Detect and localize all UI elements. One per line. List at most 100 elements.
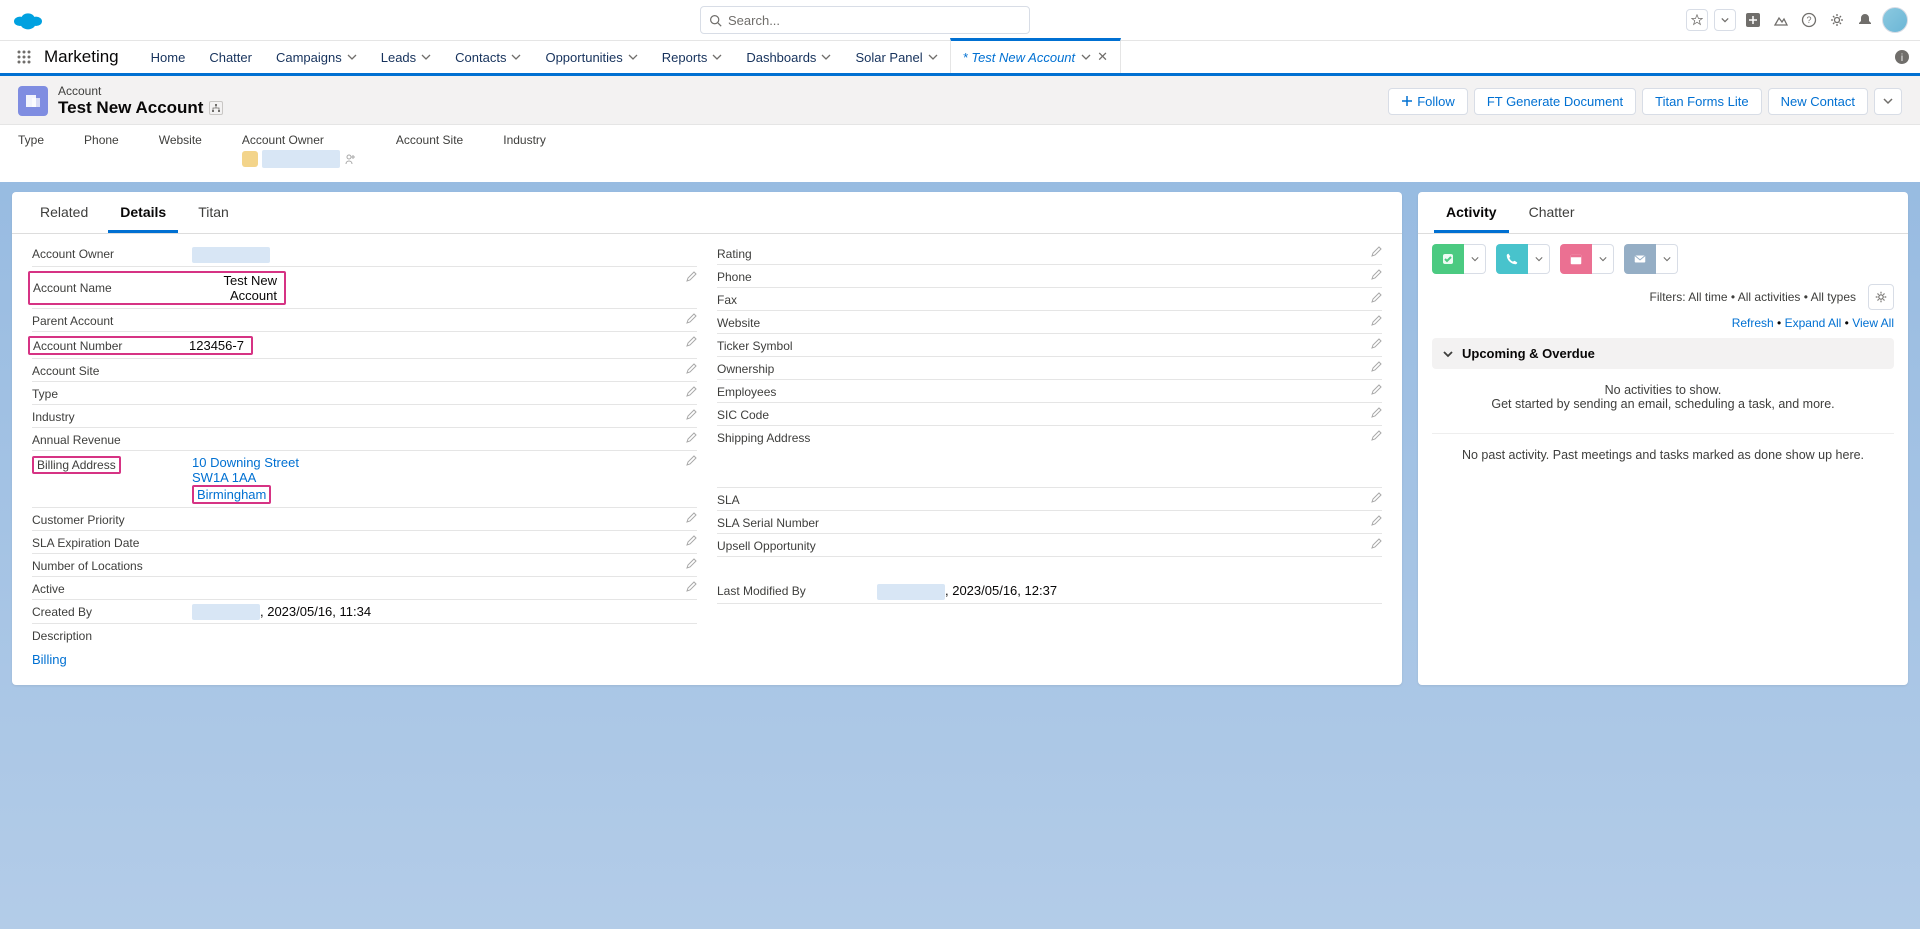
edit-icon[interactable] xyxy=(685,558,697,570)
edit-icon[interactable] xyxy=(685,432,697,444)
nav-reports[interactable]: Reports xyxy=(650,41,735,73)
log-call-button[interactable] xyxy=(1496,244,1550,274)
tab-activity[interactable]: Activity xyxy=(1434,192,1509,233)
event-dropdown-icon[interactable] xyxy=(1592,244,1614,274)
email-dropdown-icon[interactable] xyxy=(1656,244,1678,274)
nav-home[interactable]: Home xyxy=(139,41,198,73)
email-button[interactable] xyxy=(1624,244,1678,274)
change-owner-icon[interactable] xyxy=(344,153,356,165)
trailhead-icon[interactable] xyxy=(1770,9,1792,31)
field-rating: Rating xyxy=(717,242,1382,265)
edit-icon[interactable] xyxy=(1370,430,1382,442)
edit-icon[interactable] xyxy=(685,386,697,398)
record-header: Account Test New Account Follow FT Gener… xyxy=(0,76,1920,182)
context-bar: Marketing Home Chatter Campaigns Leads C… xyxy=(0,40,1920,76)
task-dropdown-icon[interactable] xyxy=(1464,244,1486,274)
field-parent-account: Parent Account xyxy=(32,309,697,332)
field-active: Active xyxy=(32,577,697,600)
created-by-masked xyxy=(192,604,260,620)
edit-icon[interactable] xyxy=(1370,315,1382,327)
edit-icon[interactable] xyxy=(685,313,697,325)
new-task-button[interactable] xyxy=(1432,244,1486,274)
billing-line1[interactable]: 10 Downing Street xyxy=(192,455,299,470)
new-event-button[interactable] xyxy=(1560,244,1614,274)
nav-chatter[interactable]: Chatter xyxy=(197,41,264,73)
hierarchy-icon[interactable] xyxy=(209,101,223,115)
edit-icon[interactable] xyxy=(685,271,697,283)
edit-icon[interactable] xyxy=(1370,538,1382,550)
edit-icon[interactable] xyxy=(685,409,697,421)
nav-contacts[interactable]: Contacts xyxy=(443,41,533,73)
edit-icon[interactable] xyxy=(1370,246,1382,258)
more-actions-button[interactable] xyxy=(1874,88,1902,115)
follow-button[interactable]: Follow xyxy=(1388,88,1468,115)
nav-dashboards[interactable]: Dashboards xyxy=(734,41,843,73)
activity-settings-icon[interactable] xyxy=(1868,284,1894,310)
tab-related[interactable]: Related xyxy=(28,192,100,233)
tab-titan[interactable]: Titan xyxy=(186,192,241,233)
workspace-tab-account[interactable]: * Test New Account ✕ xyxy=(950,38,1121,73)
global-search[interactable]: Search... xyxy=(700,6,1030,34)
nav-opportunities[interactable]: Opportunities xyxy=(533,41,649,73)
favorites-icon[interactable] xyxy=(1686,9,1708,31)
notifications-icon[interactable] xyxy=(1854,9,1876,31)
edit-icon[interactable] xyxy=(685,455,697,467)
titan-forms-button[interactable]: Titan Forms Lite xyxy=(1642,88,1761,115)
field-account-number: Account Number 123456-7 xyxy=(32,332,697,359)
edit-icon[interactable] xyxy=(1370,384,1382,396)
app-launcher-icon[interactable] xyxy=(12,41,36,73)
edit-icon[interactable] xyxy=(1370,292,1382,304)
edit-icon[interactable] xyxy=(1370,338,1382,350)
edit-icon[interactable] xyxy=(1370,492,1382,504)
edit-icon[interactable] xyxy=(1370,407,1382,419)
call-dropdown-icon[interactable] xyxy=(1528,244,1550,274)
edit-icon[interactable] xyxy=(685,535,697,547)
upcoming-section[interactable]: Upcoming & Overdue xyxy=(1432,338,1894,369)
add-icon[interactable] xyxy=(1742,9,1764,31)
field-created-by: Created By , 2023/05/16, 11:34 xyxy=(32,600,697,625)
ft-generate-button[interactable]: FT Generate Document xyxy=(1474,88,1636,115)
refresh-link[interactable]: Refresh xyxy=(1732,316,1774,330)
edit-icon[interactable] xyxy=(685,336,697,348)
salesforce-logo[interactable] xyxy=(12,9,44,31)
account-entity-icon xyxy=(18,86,48,116)
user-avatar[interactable] xyxy=(1882,7,1908,33)
edit-icon[interactable] xyxy=(1370,269,1382,281)
new-contact-button[interactable]: New Contact xyxy=(1768,88,1868,115)
help-icon[interactable]: ? xyxy=(1798,9,1820,31)
edit-icon[interactable] xyxy=(685,512,697,524)
field-modified-by: Last Modified By , 2023/05/16, 12:37 xyxy=(717,579,1382,604)
nav-leads[interactable]: Leads xyxy=(369,41,443,73)
field-account-name: Account Name Test New Account xyxy=(32,267,697,309)
field-phone: Phone xyxy=(717,265,1382,288)
nav-solar-panel[interactable]: Solar Panel xyxy=(843,41,949,73)
expand-all-link[interactable]: Expand All xyxy=(1785,316,1842,330)
close-tab-icon[interactable]: ✕ xyxy=(1097,49,1108,65)
nav-campaigns[interactable]: Campaigns xyxy=(264,41,369,73)
billing-line2[interactable]: SW1A 1AA xyxy=(192,470,256,485)
tab-chatter[interactable]: Chatter xyxy=(1517,192,1587,233)
field-website: Website xyxy=(717,311,1382,334)
setup-icon[interactable] xyxy=(1826,9,1848,31)
field-industry: Industry xyxy=(32,405,697,428)
billing-section-link[interactable]: Billing xyxy=(32,646,697,667)
hl-site: Account Site xyxy=(396,133,463,168)
favorites-menu-icon[interactable] xyxy=(1714,9,1736,31)
edit-icon[interactable] xyxy=(1370,515,1382,527)
svg-text:?: ? xyxy=(1806,15,1811,25)
edit-icon[interactable] xyxy=(1370,361,1382,373)
tab-details[interactable]: Details xyxy=(108,192,178,233)
context-info-icon[interactable]: i xyxy=(1884,41,1920,73)
billing-line3[interactable]: Birmingham xyxy=(192,487,271,502)
edit-icon[interactable] xyxy=(685,363,697,375)
field-annual-revenue: Annual Revenue xyxy=(32,428,697,451)
field-sla-expiration: SLA Expiration Date xyxy=(32,531,697,554)
field-sic: SIC Code xyxy=(717,403,1382,426)
view-all-link[interactable]: View All xyxy=(1852,316,1894,330)
details-card: Related Details Titan Account Owner Acco… xyxy=(12,192,1402,685)
hl-type: Type xyxy=(18,133,44,168)
field-upsell: Upsell Opportunity xyxy=(717,534,1382,557)
empty-activity-message: No activities to show. Get started by se… xyxy=(1418,369,1908,425)
activity-card: Activity Chatter Filters: All time • All… xyxy=(1418,192,1908,685)
edit-icon[interactable] xyxy=(685,581,697,593)
